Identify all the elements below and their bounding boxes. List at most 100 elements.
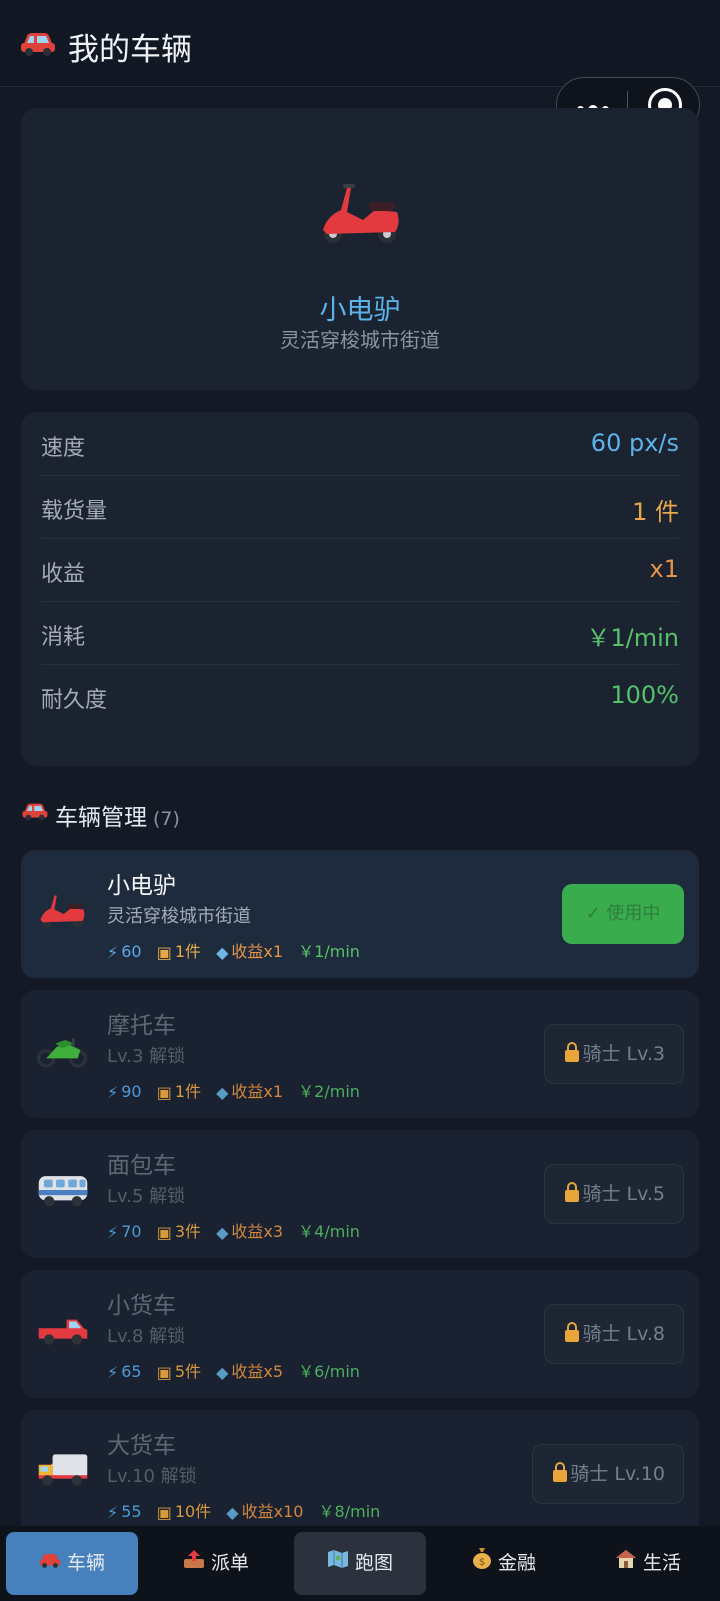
stat-value: 60 px/s <box>590 429 679 457</box>
unlock-requirement-button[interactable]: 骑士 Lv.5 <box>544 1164 684 1224</box>
speed-value: 60 <box>121 942 142 961</box>
vehicle-desc: 灵活穿梭城市街道 <box>107 906 251 927</box>
vehicle-name: 小电驴 <box>107 873 176 899</box>
vehicle-name: 小货车 <box>107 1293 176 1319</box>
income-value: 收益x1 <box>231 1082 284 1101</box>
unlock-requirement-label: 骑士 Lv.5 <box>582 1183 665 1205</box>
lock-icon <box>565 1042 580 1062</box>
delivery-truck-icon <box>37 1450 91 1494</box>
speed-value: 65 <box>121 1362 142 1381</box>
unlock-requirement-button[interactable]: 骑士 Lv.8 <box>544 1304 684 1364</box>
vehicle-name: 面包车 <box>107 1153 176 1179</box>
current-vehicle-name: 小电驴 <box>319 295 401 326</box>
income-value: 收益x3 <box>231 1222 284 1241</box>
stat-row-durability: 耐久度 100% <box>41 664 679 727</box>
vehicle-count: (7) <box>153 808 180 830</box>
stat-value: 100% <box>610 681 679 709</box>
page-header: 我的车辆 <box>0 0 720 87</box>
lightning-icon: ⚡ <box>107 1223 119 1242</box>
car-icon <box>20 28 56 62</box>
cost-value: ￥8/min <box>318 1502 381 1521</box>
stat-value: x1 <box>649 555 679 583</box>
scooter-icon <box>21 180 699 250</box>
lightning-icon: ⚡ <box>107 1363 119 1382</box>
vehicle-card-truck[interactable]: 大货车 Lv.10 解锁 ⚡ 55 ▣ 10件 ◆ 收益x10 ￥8/min 骑士 L… <box>21 1410 699 1538</box>
stat-value: ￥1/min <box>586 624 679 652</box>
stat-row-speed: 速度 60 px/s <box>41 412 679 476</box>
unlock-requirement-label: 骑士 Lv.8 <box>582 1323 665 1345</box>
lightning-icon: ⚡ <box>107 943 119 962</box>
tab-dispatch[interactable]: 派单 <box>150 1532 282 1595</box>
tab-life[interactable]: 生活 <box>582 1532 714 1595</box>
vehicle-name: 大货车 <box>107 1433 176 1459</box>
gem-icon: ◆ <box>216 1363 229 1382</box>
cost-value: ￥4/min <box>298 1222 360 1241</box>
vehicle-unlock-level: Lv.5 解锁 <box>107 1186 186 1207</box>
tab-vehicles[interactable]: 车辆 <box>6 1532 138 1595</box>
svg-text:$: $ <box>479 1557 485 1568</box>
stat-row-income: 收益 x1 <box>41 538 679 602</box>
package-icon: ▣ <box>156 1223 172 1242</box>
vehicle-unlock-level: Lv.8 解锁 <box>107 1326 186 1347</box>
lock-icon <box>553 1462 568 1482</box>
cost-value: ￥1/min <box>298 942 360 961</box>
speed-value: 70 <box>121 1222 142 1241</box>
section-title: 车辆管理 <box>55 805 147 831</box>
package-icon: ▣ <box>156 1503 172 1522</box>
speed-value: 55 <box>121 1502 142 1521</box>
scooter-icon <box>37 890 91 934</box>
tab-label: 金融 <box>497 1552 536 1574</box>
tab-label: 生活 <box>642 1552 681 1574</box>
tab-map-run[interactable]: 跑图 <box>294 1532 426 1595</box>
stat-row-cargo: 载货量 1 件 <box>41 475 679 539</box>
in-use-button[interactable]: ✓ 使用中 <box>562 884 684 944</box>
stat-value: 1 件 <box>632 498 679 526</box>
tab-finance[interactable]: $ 金融 <box>438 1532 570 1595</box>
car-icon <box>21 800 49 826</box>
tab-label: 跑图 <box>354 1552 393 1574</box>
outbox-tray-icon <box>183 1532 205 1595</box>
tab-label: 派单 <box>210 1552 249 1574</box>
lock-icon <box>565 1322 580 1342</box>
income-value: 收益x1 <box>231 942 284 961</box>
package-icon: ▣ <box>156 943 172 962</box>
cargo-value: 3件 <box>174 1222 201 1241</box>
map-icon <box>327 1532 349 1595</box>
vehicle-card-motorcycle[interactable]: 摩托车 Lv.3 解锁 ⚡ 90 ▣ 1件 ◆ 收益x1 ￥2/min 骑士 Lv.3 <box>21 990 699 1118</box>
vehicle-name: 摩托车 <box>107 1013 176 1039</box>
unlock-requirement-label: 骑士 Lv.10 <box>570 1463 665 1485</box>
vehicle-card-scooter[interactable]: 小电驴 灵活穿梭城市街道 ⚡ 60 ▣ 1件 ◆ 收益x1 ￥1/min ✓ 使用中 <box>21 850 699 978</box>
unlock-requirement-label: 骑士 Lv.3 <box>582 1043 665 1065</box>
cargo-value: 1件 <box>174 1082 201 1101</box>
stat-label: 收益 <box>41 562 86 587</box>
vehicle-card-pickup[interactable]: 小货车 Lv.8 解锁 ⚡ 65 ▣ 5件 ◆ 收益x5 ￥6/min 骑士 Lv.8 <box>21 1270 699 1398</box>
vehicle-stats-panel: 速度 60 px/s 载货量 1 件 收益 x1 消耗 ￥1/min 耐久度 1… <box>21 412 699 766</box>
stat-label: 耐久度 <box>41 688 108 713</box>
speed-value: 90 <box>121 1082 142 1101</box>
vehicle-unlock-level: Lv.10 解锁 <box>107 1466 197 1487</box>
cost-value: ￥6/min <box>298 1362 360 1381</box>
money-bag-icon: $ <box>472 1532 492 1595</box>
unlock-requirement-button[interactable]: 骑士 Lv.3 <box>544 1024 684 1084</box>
income-value: 收益x5 <box>231 1362 284 1381</box>
unlock-requirement-button[interactable]: 骑士 Lv.10 <box>532 1444 684 1504</box>
house-icon <box>615 1532 637 1595</box>
current-vehicle-desc: 灵活穿梭城市街道 <box>280 328 440 352</box>
cargo-value: 5件 <box>174 1362 201 1381</box>
gem-icon: ◆ <box>216 1223 229 1242</box>
minibus-icon <box>37 1170 91 1214</box>
package-icon: ▣ <box>156 1363 172 1382</box>
lightning-icon: ⚡ <box>107 1503 119 1522</box>
vehicle-card-minibus[interactable]: 面包车 Lv.5 解锁 ⚡ 70 ▣ 3件 ◆ 收益x3 ￥4/min 骑士 Lv.5 <box>21 1130 699 1258</box>
tab-label: 车辆 <box>66 1552 105 1574</box>
vehicle-stats: ⚡ 55 ▣ 10件 ◆ 收益x10 ￥8/min <box>107 1498 380 1522</box>
cargo-value: 10件 <box>174 1502 212 1521</box>
cost-value: ￥2/min <box>298 1082 360 1101</box>
cargo-value: 1件 <box>174 942 201 961</box>
page-title: 我的车辆 <box>68 32 192 68</box>
income-value: 收益x10 <box>241 1502 304 1521</box>
car-icon <box>39 1532 61 1595</box>
lock-icon <box>565 1182 580 1202</box>
gem-icon: ◆ <box>226 1503 239 1522</box>
vehicle-stats: ⚡ 60 ▣ 1件 ◆ 收益x1 ￥1/min <box>107 938 360 962</box>
